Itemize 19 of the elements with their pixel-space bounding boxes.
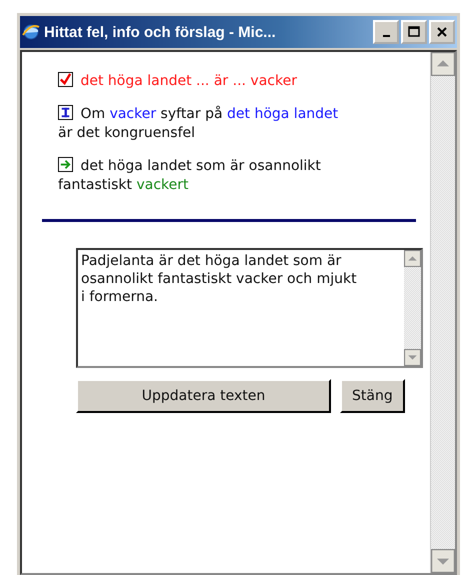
message-text: det höga landet ... är ... vacker bbox=[58, 72, 346, 91]
message-text: Om vacker syftar på det höga landet är det kongruensfel bbox=[58, 105, 340, 143]
close-icon bbox=[435, 25, 449, 39]
minimize-icon bbox=[382, 35, 390, 37]
close-dialog-button[interactable]: Stäng bbox=[340, 379, 405, 413]
minimize-button[interactable] bbox=[373, 20, 399, 44]
close-button[interactable] bbox=[429, 20, 455, 44]
scroll-up-icon[interactable] bbox=[431, 52, 455, 76]
update-button[interactable]: Uppdatera texten bbox=[76, 379, 331, 413]
i-beam-icon bbox=[58, 105, 73, 120]
checkbox-icon bbox=[58, 72, 73, 87]
maximize-icon bbox=[407, 25, 421, 39]
window-title: Hittat fel, info och förslag - Mic... bbox=[44, 24, 277, 40]
globe-icon bbox=[22, 23, 40, 41]
scrollbar[interactable] bbox=[430, 52, 455, 573]
scroll-down-icon[interactable] bbox=[431, 549, 455, 573]
message-text: det höga landet som är osannolikt fantastiskt vackert bbox=[58, 157, 322, 195]
arrow-icon bbox=[58, 157, 73, 172]
maximize-button[interactable] bbox=[401, 20, 427, 44]
